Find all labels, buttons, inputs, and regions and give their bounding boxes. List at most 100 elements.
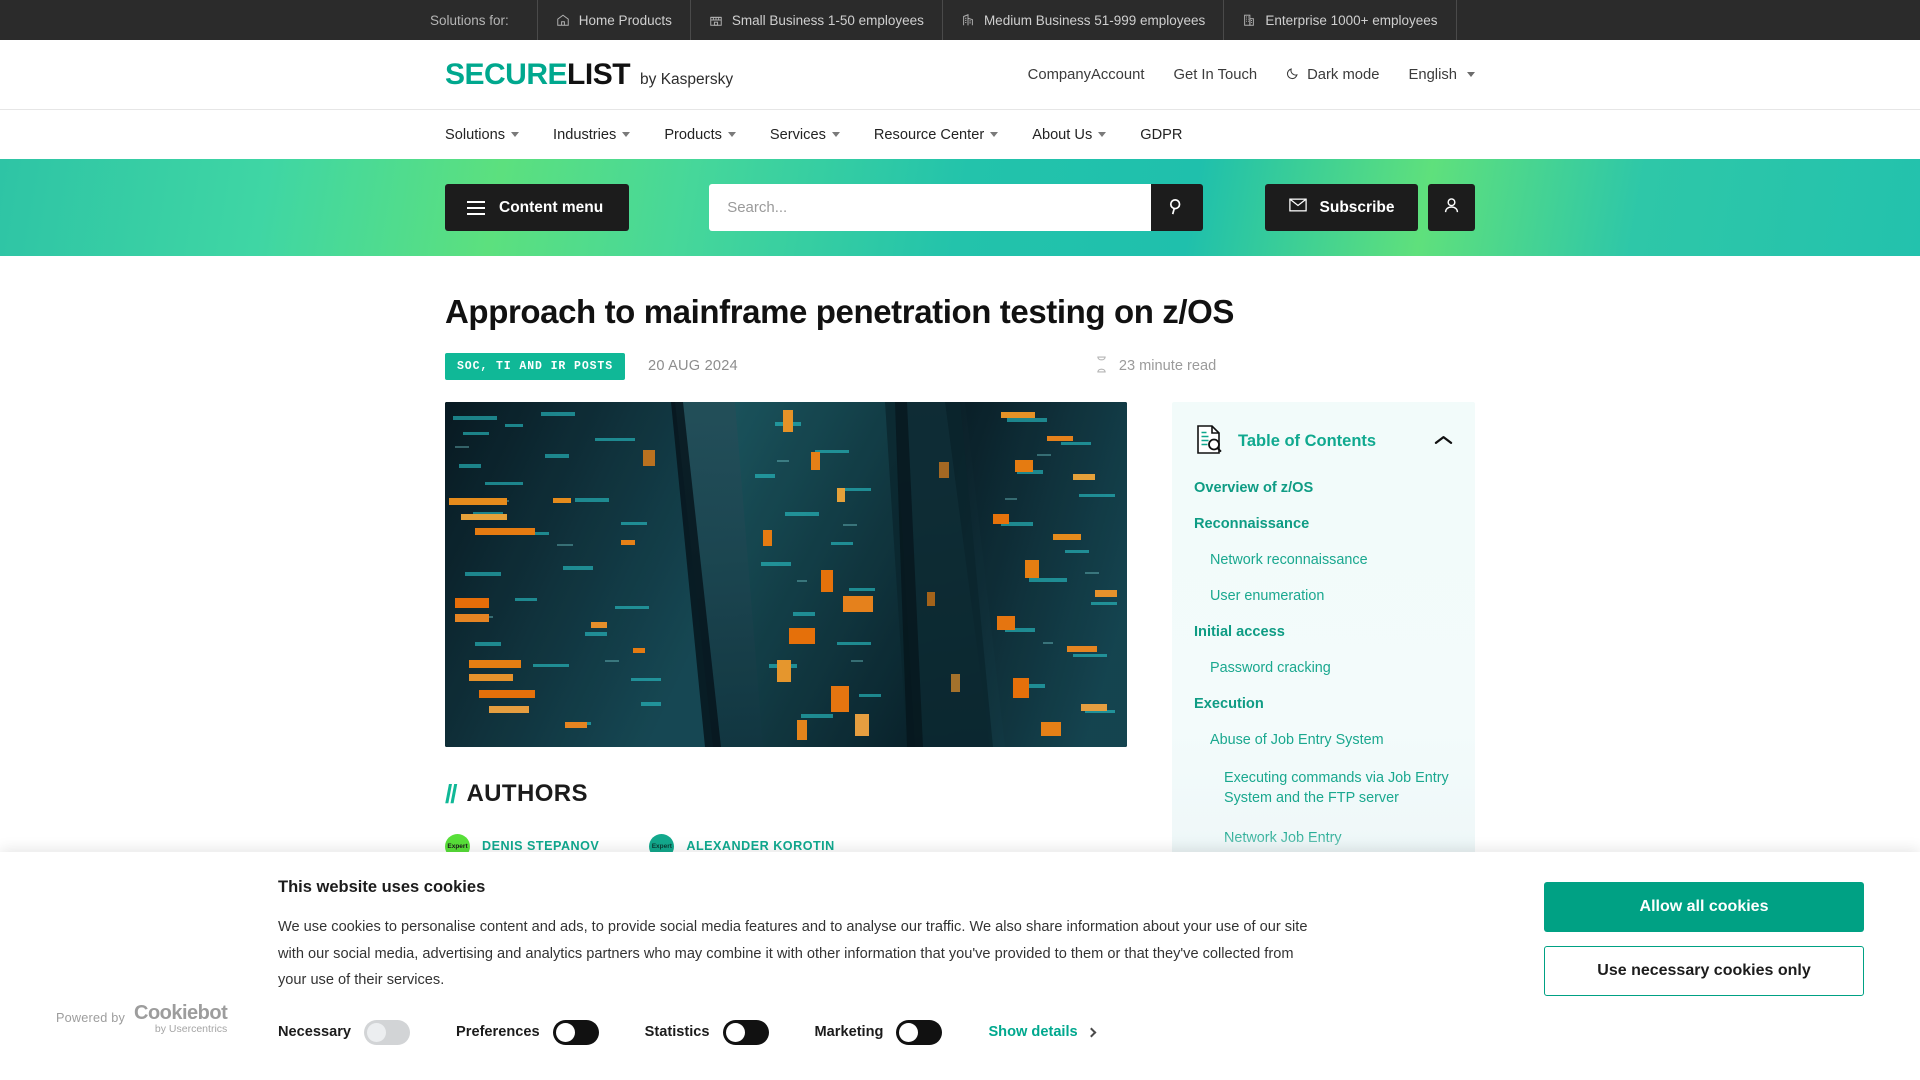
toc-entry-user-enumeration[interactable]: User enumeration [1210, 588, 1453, 604]
topbar-item-home-products[interactable]: Home Products [536, 0, 690, 40]
moon-icon [1286, 66, 1300, 84]
chevron-right-icon [1086, 1027, 1097, 1038]
page-title: Approach to mainframe penetration testin… [445, 293, 1234, 330]
chevron-down-icon [1098, 132, 1107, 137]
cookie-actions: Allow all cookies Use necessary cookies … [1544, 878, 1864, 1080]
language-label: English [1408, 66, 1457, 83]
cookie-text-column: This website uses cookies We use cookies… [278, 878, 1544, 1080]
subscribe-label: Subscribe [1319, 198, 1395, 216]
chevron-down-icon [990, 132, 999, 137]
statistics-toggle[interactable] [722, 1019, 769, 1045]
toggle-label: Statistics [644, 1024, 710, 1041]
toc-entry-reconnaissance[interactable]: Reconnaissance [1194, 516, 1453, 532]
author-name: DENIS STEPANOV [482, 839, 600, 854]
envelope-icon [1288, 198, 1307, 217]
nav-item-label: GDPR [1140, 126, 1183, 143]
read-time-label: 23 minute read [1118, 358, 1217, 375]
dark-mode-label: Dark mode [1307, 66, 1380, 83]
topbar-item-label: Small Business 1-50 employees [731, 12, 924, 28]
dark-mode-toggle[interactable]: Dark mode [1286, 66, 1379, 84]
topbar-item-small-business[interactable]: Small Business 1-50 employees [689, 0, 942, 40]
toc-entry-initial-access[interactable]: Initial access [1194, 624, 1453, 640]
author-name: ALEXANDER KOROTIN [686, 839, 835, 854]
main-navigation: Solutions Industries Products Services R… [0, 109, 1920, 159]
show-details-link[interactable]: Show details [988, 1024, 1097, 1041]
show-details-label: Show details [988, 1024, 1078, 1041]
topbar-item-medium-business[interactable]: Medium Business 51-999 employees [941, 0, 1223, 40]
toc-entry-network-reconnaissance[interactable]: Network reconnaissance [1210, 552, 1453, 568]
publish-date: 20 AUG 2024 [648, 358, 738, 375]
logo-byline: by Kaspersky [640, 70, 734, 88]
nav-item-resource-center[interactable]: Resource Center [873, 126, 999, 143]
article-main-column: // AUTHORS Expert DENIS STEPANOV Expert … [445, 401, 1127, 872]
company-account-label: CompanyAccount [1027, 66, 1145, 83]
toggle-label: Marketing [814, 1024, 884, 1041]
necessary-toggle[interactable] [364, 1019, 411, 1045]
toggle-group-necessary: Necessary [278, 1019, 411, 1045]
logo-secure-text: SECURE [445, 57, 568, 91]
article-sidebar: Table of Contents Overview of z/OS Recon… [1172, 401, 1475, 872]
cookie-category-toggles: Necessary Preferences Statistics Marketi… [278, 1019, 1504, 1045]
user-icon [1442, 196, 1461, 220]
top-utility-bar: Solutions for: Home Products Small Busin… [0, 0, 1920, 40]
toggle-label: Necessary [278, 1024, 352, 1041]
toc-entry-password-cracking[interactable]: Password cracking [1210, 660, 1453, 676]
subscribe-button[interactable]: Subscribe [1264, 184, 1419, 231]
search-input[interactable] [709, 184, 1152, 231]
nav-item-industries[interactable]: Industries [553, 126, 631, 143]
securelist-logo[interactable]: SECURELIST by Kaspersky [445, 57, 734, 91]
article-page: Approach to mainframe penetration testin… [445, 256, 1475, 872]
account-button[interactable] [1428, 184, 1475, 231]
logo-list-text: LIST [567, 57, 631, 91]
category-badge[interactable]: SOC, TI AND IR POSTS [445, 352, 626, 380]
nav-item-gdpr[interactable]: GDPR [1140, 127, 1182, 143]
chevron-up-icon[interactable] [1434, 433, 1453, 451]
cookiebot-subbrand: by Usercentrics [154, 1022, 228, 1035]
authors-title: AUTHORS [466, 780, 588, 808]
powered-by-label: Powered by [56, 1011, 125, 1026]
allow-all-cookies-button[interactable]: Allow all cookies [1544, 882, 1864, 932]
toggle-label: Preferences [456, 1024, 540, 1041]
toc-title: Table of Contents [1238, 432, 1377, 451]
search-icon [1167, 197, 1186, 219]
topbar-item-enterprise[interactable]: Enterprise 1000+ employees [1223, 0, 1457, 40]
use-necessary-cookies-only-button[interactable]: Use necessary cookies only [1544, 946, 1864, 996]
toc-header: Table of Contents [1194, 424, 1453, 480]
toc-entry-execution[interactable]: Execution [1194, 696, 1453, 712]
preferences-toggle[interactable] [552, 1019, 599, 1045]
header-right-links: CompanyAccount Get In Touch Dark mode En… [1028, 66, 1475, 84]
topbar-item-label: Home Products [578, 12, 672, 28]
cookie-consent-banner: Powered by Cookiebot by Usercentrics Thi… [0, 852, 1920, 1080]
cookie-description: We use cookies to personalise content an… [278, 919, 1308, 989]
marketing-toggle[interactable] [896, 1019, 943, 1045]
authors-heading: // AUTHORS [445, 779, 1127, 810]
language-selector[interactable]: English [1408, 67, 1475, 83]
search-band: Content menu Subscribe [0, 159, 1920, 256]
nav-item-label: Industries [553, 126, 617, 143]
content-menu-label: Content menu [499, 198, 604, 216]
table-of-contents-panel: Table of Contents Overview of z/OS Recon… [1172, 401, 1475, 872]
slash-decoration: // [445, 778, 458, 809]
toc-entry-abuse-of-job-entry-system[interactable]: Abuse of Job Entry System [1210, 732, 1453, 748]
hamburger-icon [467, 200, 485, 215]
content-menu-button[interactable]: Content menu [445, 184, 630, 231]
nav-item-label: Services [769, 126, 826, 143]
toc-entry-executing-commands-ftp[interactable]: Executing commands via Job Entry System … [1224, 768, 1453, 808]
get-in-touch-link[interactable]: Get In Touch [1173, 67, 1257, 83]
cookie-heading: This website uses cookies [278, 878, 486, 896]
nav-item-solutions[interactable]: Solutions [445, 127, 520, 143]
cookiebot-attribution: Powered by Cookiebot by Usercentrics [56, 878, 278, 1080]
toc-entry-overview-of-zos[interactable]: Overview of z/OS [1194, 480, 1453, 496]
search-submit-button[interactable] [1151, 184, 1203, 231]
nav-item-services[interactable]: Services [770, 127, 840, 143]
nav-item-about-us[interactable]: About Us [1032, 127, 1107, 143]
toc-entry-network-job-entry[interactable]: Network Job Entry [1224, 828, 1453, 848]
nav-item-products[interactable]: Products [664, 127, 736, 143]
nav-item-label: Products [664, 126, 722, 143]
topbar-item-label: Enterprise 1000+ employees [1265, 12, 1438, 28]
storefront-icon [709, 13, 723, 27]
cookiebot-badge[interactable]: Powered by Cookiebot by Usercentrics [56, 1003, 228, 1035]
company-account-link[interactable]: CompanyAccount [1028, 67, 1145, 83]
nav-item-label: Resource Center [873, 126, 985, 143]
